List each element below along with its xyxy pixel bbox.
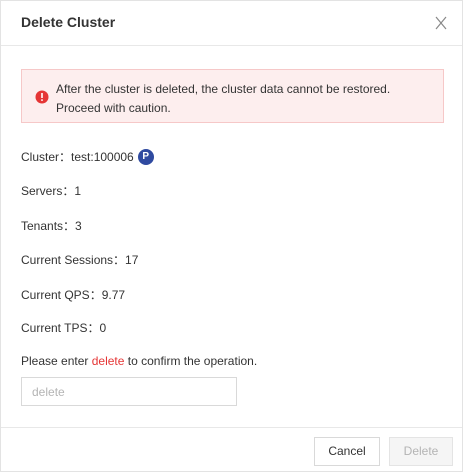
qps-row: Current QPS：9.77	[21, 287, 125, 303]
qps-label: Current QPS：	[21, 288, 102, 302]
confirm-suffix: to confirm the operation.	[124, 354, 258, 368]
confirm-keyword: delete	[91, 354, 125, 368]
tenants-value: 3	[75, 219, 82, 233]
dialog-header: Delete Cluster	[1, 1, 462, 46]
tps-row: Current TPS：0	[21, 320, 106, 336]
confirm-input[interactable]	[21, 377, 237, 406]
cancel-button[interactable]: Cancel	[314, 437, 380, 466]
tenants-label: Tenants：	[21, 219, 76, 233]
cluster-row: Cluster：test:100006 P	[21, 148, 154, 165]
cluster-type-badge: P	[137, 148, 154, 165]
sessions-label: Current Sessions：	[21, 253, 126, 267]
dialog-title: Delete Cluster	[21, 14, 116, 30]
delete-button[interactable]: Delete	[389, 437, 453, 466]
confirm-prefix: Please enter	[21, 354, 92, 368]
confirm-instruction: Please enter delete to confirm the opera…	[21, 353, 257, 369]
sessions-value: 17	[125, 253, 139, 267]
error-circle-icon	[35, 90, 49, 104]
cluster-value: test:100006	[71, 150, 134, 164]
cluster-label: Cluster：	[21, 150, 72, 164]
servers-row: Servers：1	[21, 183, 81, 199]
tenants-row: Tenants：3	[21, 218, 82, 234]
tps-label: Current TPS：	[21, 321, 100, 335]
alert-message: After the cluster is deleted, the cluste…	[56, 82, 391, 115]
qps-value: 9.77	[101, 288, 126, 302]
warning-alert: After the cluster is deleted, the cluste…	[21, 69, 444, 123]
sessions-row: Current Sessions：17	[21, 252, 138, 268]
servers-label: Servers：	[21, 184, 75, 198]
tps-value: 0	[99, 321, 107, 335]
delete-cluster-dialog: Delete Cluster After the cluster is dele…	[0, 0, 463, 472]
servers-value: 1	[74, 184, 82, 198]
close-icon[interactable]	[431, 13, 451, 33]
